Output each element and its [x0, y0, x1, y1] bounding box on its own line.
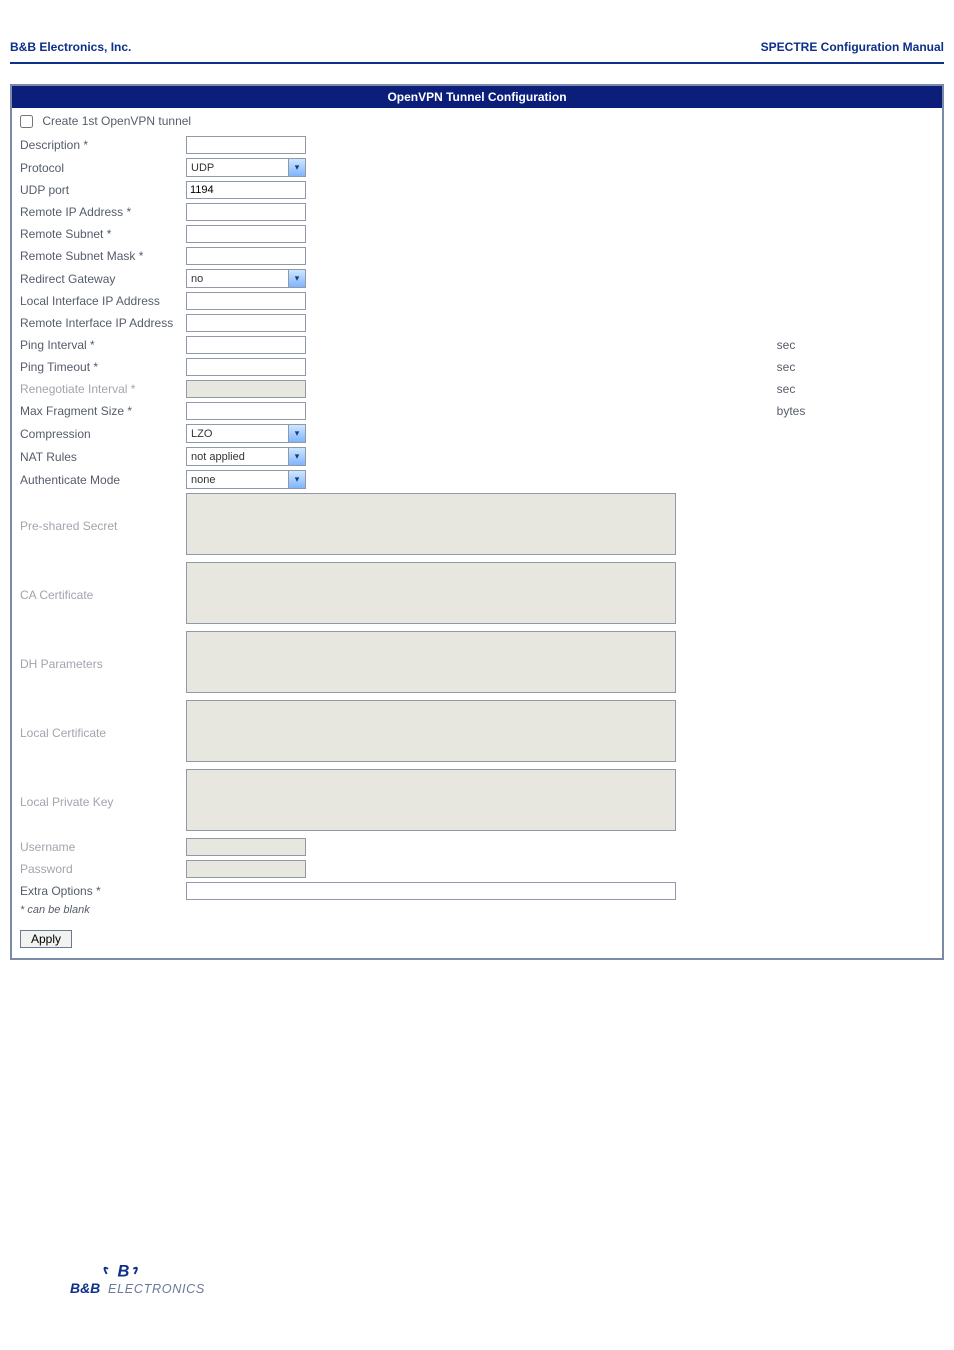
footnote: * can be blank — [12, 902, 942, 924]
auth-mode-label: Authenticate Mode — [12, 468, 182, 491]
max-fragment-input[interactable] — [186, 402, 306, 420]
header-rule — [10, 62, 944, 64]
document-header: B&B Electronics, Inc. SPECTRE Configurat… — [0, 40, 954, 62]
nat-rules-label: NAT Rules — [12, 445, 182, 468]
compression-value: LZO — [187, 428, 288, 440]
remote-ip-input[interactable] — [186, 203, 306, 221]
config-panel: OpenVPN Tunnel Configuration Create 1st … — [10, 84, 944, 960]
footer-logo: B B&B ELECTRONICS — [70, 1260, 944, 1309]
apply-button[interactable]: Apply — [20, 930, 72, 948]
nat-rules-value: not applied — [187, 451, 288, 463]
ping-interval-input[interactable] — [186, 336, 306, 354]
chevron-down-icon: ▾ — [288, 425, 305, 442]
remote-if-ip-input[interactable] — [186, 314, 306, 332]
max-fragment-label: Max Fragment Size * — [12, 400, 182, 422]
panel-title: OpenVPN Tunnel Configuration — [12, 86, 942, 108]
ca-cert-textarea — [186, 562, 676, 624]
auth-mode-select[interactable]: none ▾ — [186, 470, 306, 489]
ping-interval-unit: sec — [773, 334, 942, 356]
ca-cert-label: CA Certificate — [12, 560, 182, 629]
protocol-label: Protocol — [12, 156, 182, 179]
header-right: SPECTRE Configuration Manual — [761, 40, 944, 54]
password-input — [186, 860, 306, 878]
extra-opts-label: Extra Options * — [12, 880, 182, 902]
redirect-gateway-select[interactable]: no ▾ — [186, 269, 306, 288]
remote-subnet-input[interactable] — [186, 225, 306, 243]
ping-timeout-input[interactable] — [186, 358, 306, 376]
protocol-select[interactable]: UDP ▾ — [186, 158, 306, 177]
redirect-gateway-value: no — [187, 273, 288, 285]
create-tunnel-row: Create 1st OpenVPN tunnel — [12, 108, 942, 134]
svg-text:B: B — [118, 1263, 130, 1281]
header-left: B&B Electronics, Inc. — [10, 40, 131, 54]
remote-subnet-label: Remote Subnet * — [12, 223, 182, 245]
bb-electronics-logo-icon: B B&B ELECTRONICS — [70, 1260, 260, 1304]
renegotiate-unit: sec — [773, 378, 942, 400]
nat-rules-select[interactable]: not applied ▾ — [186, 447, 306, 466]
local-cert-label: Local Certificate — [12, 698, 182, 767]
ping-interval-label: Ping Interval * — [12, 334, 182, 356]
local-if-ip-input[interactable] — [186, 292, 306, 310]
username-label: Username — [12, 836, 182, 858]
local-cert-textarea — [186, 700, 676, 762]
remote-if-ip-label: Remote Interface IP Address — [12, 312, 182, 334]
create-tunnel-checkbox[interactable] — [20, 115, 33, 128]
svg-text:B&B: B&B — [70, 1280, 100, 1296]
chevron-down-icon: ▾ — [288, 471, 305, 488]
local-key-label: Local Private Key — [12, 767, 182, 836]
create-tunnel-label: Create 1st OpenVPN tunnel — [42, 114, 191, 128]
extra-opts-input[interactable] — [186, 882, 676, 900]
description-label: Description * — [12, 134, 182, 156]
password-label: Password — [12, 858, 182, 880]
redirect-gateway-label: Redirect Gateway — [12, 267, 182, 290]
description-input[interactable] — [186, 136, 306, 154]
udp-port-input[interactable] — [186, 181, 306, 199]
udp-port-label: UDP port — [12, 179, 182, 201]
chevron-down-icon: ▾ — [288, 270, 305, 287]
local-if-ip-label: Local Interface IP Address — [12, 290, 182, 312]
max-fragment-unit: bytes — [773, 400, 942, 422]
local-key-textarea — [186, 769, 676, 831]
protocol-value: UDP — [187, 162, 288, 174]
compression-select[interactable]: LZO ▾ — [186, 424, 306, 443]
preshared-label: Pre-shared Secret — [12, 491, 182, 560]
username-input — [186, 838, 306, 856]
svg-text:ELECTRONICS: ELECTRONICS — [108, 1282, 205, 1296]
chevron-down-icon: ▾ — [288, 448, 305, 465]
remote-subnet-mask-input[interactable] — [186, 247, 306, 265]
ping-timeout-unit: sec — [773, 356, 942, 378]
renegotiate-input — [186, 380, 306, 398]
form-table: Description * Protocol UDP ▾ UDP port Re… — [12, 134, 942, 902]
ping-timeout-label: Ping Timeout * — [12, 356, 182, 378]
dh-params-textarea — [186, 631, 676, 693]
compression-label: Compression — [12, 422, 182, 445]
chevron-down-icon: ▾ — [288, 159, 305, 176]
preshared-textarea — [186, 493, 676, 555]
auth-mode-value: none — [187, 474, 288, 486]
remote-ip-label: Remote IP Address * — [12, 201, 182, 223]
remote-subnet-mask-label: Remote Subnet Mask * — [12, 245, 182, 267]
dh-params-label: DH Parameters — [12, 629, 182, 698]
renegotiate-label: Renegotiate Interval * — [12, 378, 182, 400]
